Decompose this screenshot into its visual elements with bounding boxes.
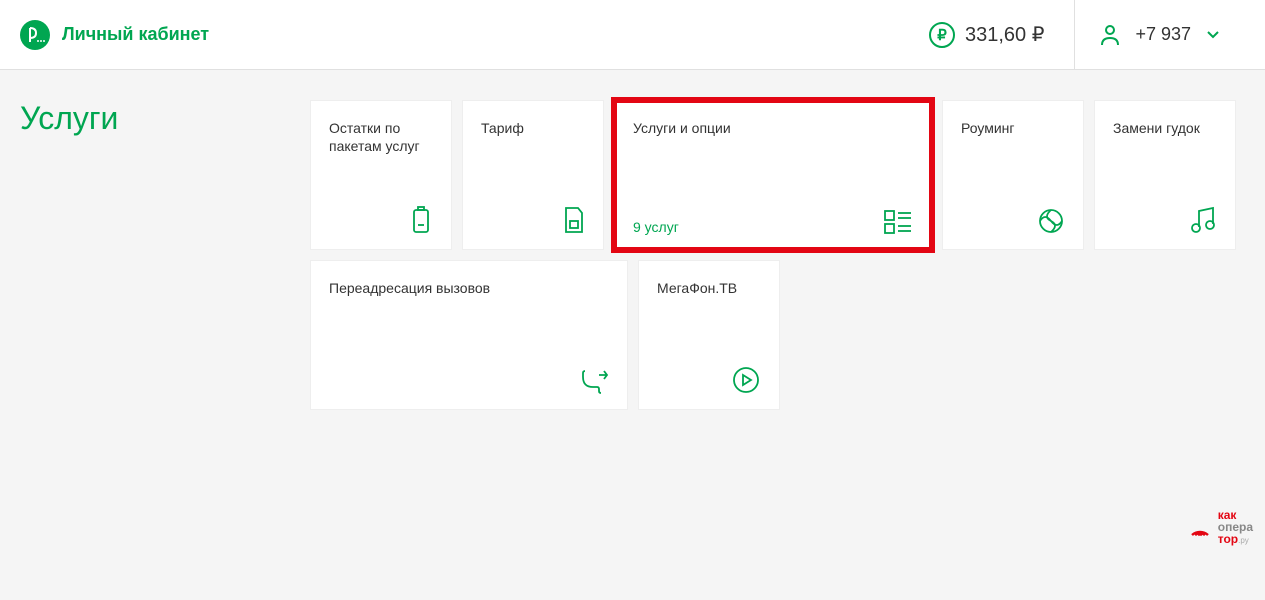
card-title: Роуминг	[961, 119, 1065, 137]
card-music[interactable]: Замени гудок	[1094, 100, 1236, 250]
card-title: Остатки по пакетам услуг	[329, 119, 433, 155]
card-globe[interactable]: Роуминг	[942, 100, 1084, 250]
play-icon	[731, 365, 761, 395]
logo-text: Личный кабинет	[62, 24, 209, 45]
main: Услуги Остатки по пакетам услуг Тариф Услу…	[0, 70, 1265, 440]
watermark: как опера тор.ру	[1188, 509, 1253, 545]
chevron-down-icon	[1206, 30, 1220, 40]
card-play[interactable]: МегаФон.ТВ	[638, 260, 780, 410]
card-extra: 9 услуг	[633, 219, 679, 235]
card-bottom: 9 услуг	[633, 209, 913, 235]
forward-icon	[579, 367, 609, 395]
ruble-icon: ₽	[929, 22, 955, 48]
card-title: Переадресация вызовов	[329, 279, 609, 297]
card-bottom	[1113, 205, 1217, 235]
globe-icon	[1037, 207, 1065, 235]
sim-icon	[563, 205, 585, 235]
card-bottom	[657, 365, 761, 395]
card-title: Тариф	[481, 119, 585, 137]
cards-grid: Остатки по пакетам услуг Тариф Услуги и оп…	[310, 100, 1245, 410]
card-bottom	[329, 367, 609, 395]
list-icon	[883, 209, 913, 235]
user-icon	[1100, 24, 1120, 46]
music-icon	[1189, 205, 1217, 235]
card-bottom	[481, 205, 585, 235]
card-list[interactable]: Услуги и опции 9 услуг	[614, 100, 932, 250]
card-title: МегаФон.ТВ	[657, 279, 761, 297]
logo-icon	[20, 20, 50, 50]
balance[interactable]: ₽ 331,60 ₽	[929, 22, 1044, 48]
card-bottom	[329, 205, 433, 235]
account-dropdown[interactable]: +7 937	[1074, 0, 1245, 70]
card-sim[interactable]: Тариф	[462, 100, 604, 250]
account-phone: +7 937	[1135, 24, 1191, 45]
logo[interactable]: Личный кабинет	[20, 20, 209, 50]
card-forward[interactable]: Переадресация вызовов	[310, 260, 628, 410]
card-title: Услуги и опции	[633, 119, 913, 137]
watermark-icon	[1188, 515, 1212, 539]
page-title: Услуги	[20, 100, 280, 137]
balance-amount: 331,60 ₽	[965, 22, 1044, 47]
card-bottom	[961, 207, 1065, 235]
battery-icon	[409, 205, 433, 235]
card-title: Замени гудок	[1113, 119, 1217, 137]
header: Личный кабинет ₽ 331,60 ₽ +7 937	[0, 0, 1265, 70]
card-battery[interactable]: Остатки по пакетам услуг	[310, 100, 452, 250]
